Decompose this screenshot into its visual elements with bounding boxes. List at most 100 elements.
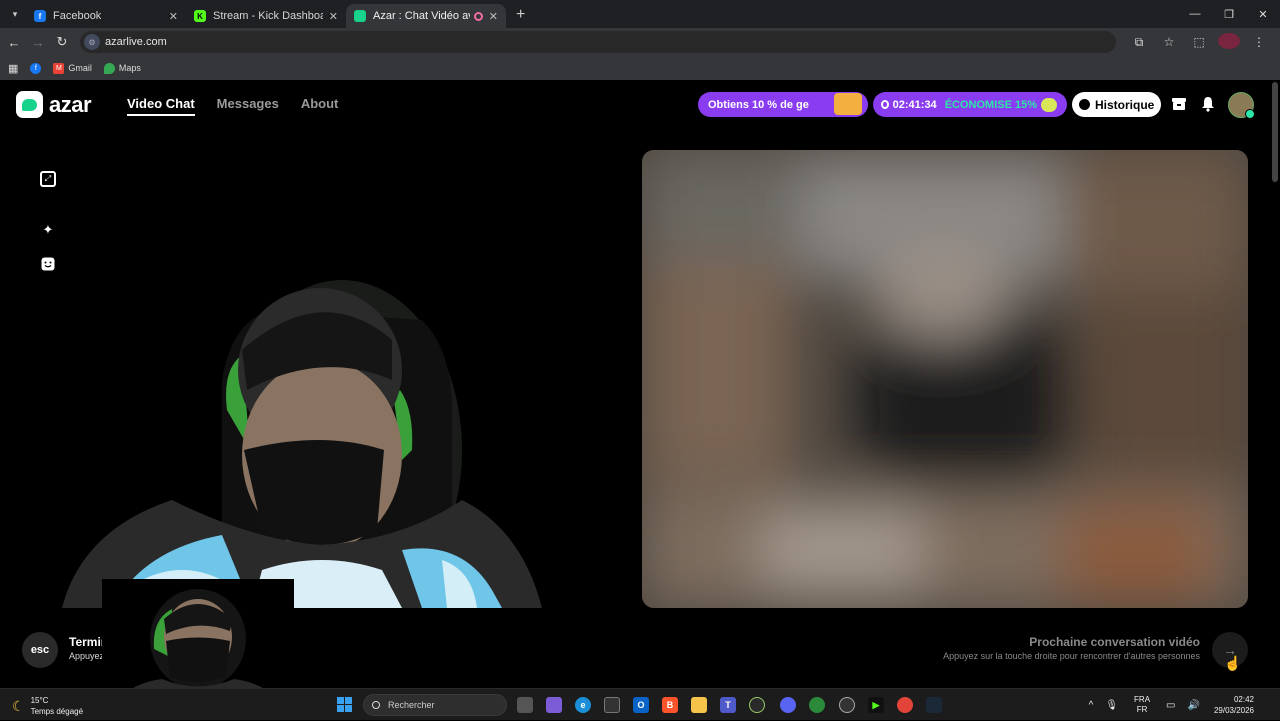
search-icon <box>372 701 380 709</box>
hand-cursor-icon: ☝ <box>1224 655 1242 671</box>
extensions-icon[interactable]: ⬚ <box>1188 35 1210 49</box>
new-tab-button[interactable]: + <box>516 6 525 24</box>
esc-key-button[interactable]: esc <box>22 632 58 668</box>
file-explorer-icon[interactable] <box>691 697 707 713</box>
cast-icon[interactable]: ⧉ <box>1128 35 1150 50</box>
reload-icon[interactable]: ↻ <box>50 34 74 50</box>
face-filter-icon[interactable] <box>40 256 56 272</box>
clock-date: 29/03/2026 <box>1213 706 1254 715</box>
magic-wand-icon[interactable]: ✦ <box>40 222 56 238</box>
tab-title: Facebook <box>53 10 102 22</box>
kick-app-icon[interactable]: ▶ <box>868 697 884 713</box>
remote-blurred-feed <box>642 150 1248 608</box>
clock[interactable]: 02:42 29/03/2026 <box>1214 694 1254 716</box>
window-controls: — ❐ ✕ <box>1178 0 1280 28</box>
bookmark-maps[interactable]: Maps <box>103 62 141 74</box>
expand-icon[interactable]: ⤢ <box>40 171 56 187</box>
close-icon[interactable]: ✕ <box>489 10 498 23</box>
forward-icon[interactable]: → <box>26 35 50 50</box>
tab-title: Azar : Chat Vidéo avec de n <box>373 10 470 22</box>
taskbar-search[interactable]: Rechercher <box>363 694 507 716</box>
windows-taskbar: ☾ 15°C Temps dégagé Rechercher e O B T ▶… <box>0 688 1280 720</box>
weather-temp: 15°C <box>30 696 49 705</box>
close-icon[interactable]: ✕ <box>329 10 338 23</box>
tab-kick-dashboard[interactable]: K Stream - Kick Dashboard ✕ <box>186 4 346 28</box>
history-label: Historique <box>1095 97 1155 112</box>
close-icon[interactable]: ✕ <box>169 10 178 23</box>
profile-avatar[interactable] <box>1218 32 1240 52</box>
page-scrollbar[interactable] <box>1272 80 1278 670</box>
promo-text: Obtiens 10 % de ge <box>708 98 809 111</box>
store-app-icon[interactable] <box>604 697 620 713</box>
chevron-up-icon[interactable]: ^ <box>1089 700 1094 711</box>
clock-icon <box>881 100 889 109</box>
bookmarks-bar: ▦ f M Gmail Maps <box>0 56 1280 80</box>
obs-icon[interactable] <box>839 697 855 713</box>
tab-facebook[interactable]: f Facebook ✕ <box>26 4 186 28</box>
volume-icon[interactable]: 🔊 <box>1188 700 1200 711</box>
steam-icon[interactable] <box>926 697 942 713</box>
close-window-icon[interactable]: ✕ <box>1246 0 1280 28</box>
bell-icon[interactable] <box>1200 96 1216 112</box>
url-bar[interactable]: ⚙ azarlive.com <box>80 31 1116 53</box>
edge-icon[interactable]: e <box>575 697 591 713</box>
clock-time: 02:42 <box>1233 695 1254 704</box>
browser-tab-bar: ▾ f Facebook ✕ K Stream - Kick Dashboard… <box>0 0 1280 28</box>
azar-icon <box>354 10 366 22</box>
user-avatar[interactable] <box>1228 92 1255 119</box>
teams-icon[interactable]: T <box>720 697 736 713</box>
bookmark-star-icon[interactable]: ☆ <box>1158 35 1180 49</box>
brand-name: azar <box>49 91 92 117</box>
store-icon[interactable] <box>1171 96 1187 112</box>
remote-video <box>642 150 1248 608</box>
menu-kebab-icon[interactable]: ⋮ <box>1248 35 1270 49</box>
network-icon[interactable]: ▭ <box>1166 700 1175 711</box>
coins-icon <box>1041 97 1057 112</box>
chrome-icon[interactable] <box>809 697 825 713</box>
gmail-icon: M <box>53 62 65 74</box>
task-view-icon[interactable] <box>517 697 533 713</box>
nav-video-chat[interactable]: Video Chat <box>127 96 195 116</box>
chrome-profile-icon[interactable] <box>897 697 913 713</box>
language-indicator[interactable]: FRA FR <box>1134 695 1150 715</box>
brave-icon[interactable]: B <box>662 697 678 713</box>
address-toolbar: ← → ↻ ⚙ azarlive.com ⧉ ☆ ⬚ ⋮ <box>0 28 1280 56</box>
tab-azar[interactable]: Azar : Chat Vidéo avec de n ✕ <box>346 4 506 28</box>
local-video: ⤢ ✦ <box>22 150 628 608</box>
url-text: azarlive.com <box>105 36 167 48</box>
next-chat-title: Prochaine conversation vidéo <box>1029 635 1200 649</box>
recording-icon <box>473 11 483 21</box>
weather-desc: Temps dégagé <box>30 707 84 716</box>
timer-promo-button[interactable]: 02:41:34 ÉCONOMISE 15% <box>873 92 1067 117</box>
discount-promo-button[interactable]: Obtiens 10 % de ge <box>698 92 868 117</box>
bookmark-label: Gmail <box>68 63 92 73</box>
keyboard-code: FR <box>1136 705 1148 714</box>
tab-title: Stream - Kick Dashboard <box>213 10 323 22</box>
nav-messages[interactable]: Messages <box>217 96 279 116</box>
tab-search-button[interactable]: ▾ <box>4 3 26 25</box>
lang-code: FRA <box>1134 695 1151 704</box>
microphone-icon[interactable]: 🎙 <box>1105 700 1118 711</box>
site-info-icon[interactable]: ⚙ <box>84 34 100 50</box>
search-placeholder: Rechercher <box>388 700 435 710</box>
promo-timer: 02:41:34 <box>892 98 937 111</box>
copilot-icon[interactable] <box>546 697 562 713</box>
azar-logo-icon <box>16 91 43 118</box>
back-icon[interactable]: ← <box>2 35 26 50</box>
app-icon[interactable] <box>749 697 765 713</box>
azar-logo[interactable]: azar <box>16 91 92 118</box>
outlook-icon[interactable]: O <box>633 697 649 713</box>
weather-widget[interactable]: ☾ 15°C Temps dégagé <box>12 695 83 717</box>
windows-start-icon[interactable] <box>337 697 352 712</box>
bookmark-facebook[interactable]: f <box>30 62 42 74</box>
nav-about[interactable]: About <box>301 96 339 116</box>
minimize-icon[interactable]: — <box>1178 0 1212 28</box>
maps-icon <box>103 62 115 74</box>
apps-grid-icon[interactable]: ▦ <box>8 62 18 75</box>
restore-icon[interactable]: ❐ <box>1212 0 1246 28</box>
promo-save-text: ÉCONOMISE 15% <box>944 98 1037 111</box>
bookmark-gmail[interactable]: M Gmail <box>53 62 92 74</box>
discord-icon[interactable] <box>780 697 796 713</box>
local-camera-feed <box>62 280 542 608</box>
history-button[interactable]: Historique <box>1072 92 1161 117</box>
